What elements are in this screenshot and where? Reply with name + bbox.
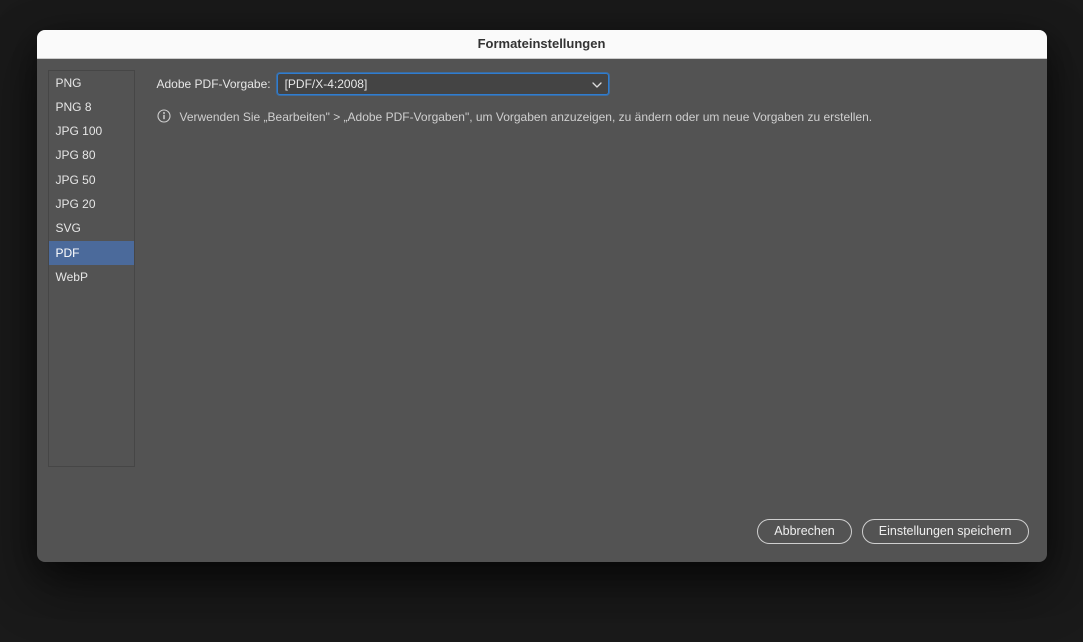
info-icon (157, 109, 171, 128)
dialog-title: Formateinstellungen (37, 30, 1047, 59)
sidebar-item-jpg-50[interactable]: JPG 50 (49, 168, 134, 192)
sidebar-item-webp[interactable]: WebP (49, 265, 134, 289)
info-text: Verwenden Sie „Bearbeiten" > „Adobe PDF-… (180, 109, 873, 126)
preset-row: Adobe PDF-Vorgabe: [PDF/X-4:2008] (157, 73, 1029, 95)
format-settings-dialog: Formateinstellungen PNGPNG 8JPG 100JPG 8… (37, 30, 1047, 562)
save-button[interactable]: Einstellungen speichern (862, 519, 1029, 544)
preset-select-value: [PDF/X-4:2008] (285, 77, 368, 91)
format-sidebar: PNGPNG 8JPG 100JPG 80JPG 50JPG 20SVGPDFW… (37, 59, 135, 519)
preset-select[interactable]: [PDF/X-4:2008] (277, 73, 609, 95)
sidebar-item-svg[interactable]: SVG (49, 217, 134, 241)
sidebar-item-png[interactable]: PNG (49, 71, 134, 95)
sidebar-item-jpg-80[interactable]: JPG 80 (49, 144, 134, 168)
dialog-content: PNGPNG 8JPG 100JPG 80JPG 50JPG 20SVGPDFW… (37, 59, 1047, 519)
info-row: Verwenden Sie „Bearbeiten" > „Adobe PDF-… (157, 109, 1029, 128)
format-list: PNGPNG 8JPG 100JPG 80JPG 50JPG 20SVGPDFW… (48, 70, 135, 467)
sidebar-item-jpg-20[interactable]: JPG 20 (49, 192, 134, 216)
sidebar-item-png-8[interactable]: PNG 8 (49, 95, 134, 119)
main-panel: Adobe PDF-Vorgabe: [PDF/X-4:2008] (135, 59, 1047, 519)
sidebar-item-jpg-100[interactable]: JPG 100 (49, 120, 134, 144)
preset-label: Adobe PDF-Vorgabe: (157, 77, 271, 91)
dialog-footer: Abbrechen Einstellungen speichern (37, 519, 1047, 562)
sidebar-item-pdf[interactable]: PDF (49, 241, 134, 265)
cancel-button[interactable]: Abbrechen (757, 519, 851, 544)
